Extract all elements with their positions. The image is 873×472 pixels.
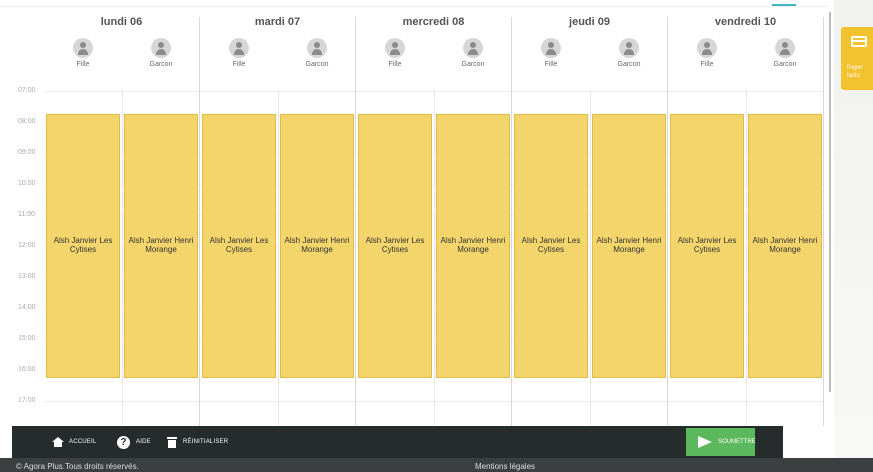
- hour-label: 12:00: [18, 242, 36, 249]
- day-header: mercredi 08 Fille Garcon: [356, 8, 512, 90]
- user-avatar-icon: [385, 38, 405, 58]
- booking-block[interactable]: Alsh Janvier Les Cytises: [670, 114, 744, 378]
- home-label: ACCUEIL: [69, 439, 97, 445]
- user-avatar-icon: [775, 38, 795, 58]
- submit-button[interactable]: SOUMETTRE: [686, 428, 756, 456]
- pay-invoices-button[interactable]: Payer factu: [841, 27, 873, 90]
- user-avatar-icon: [697, 38, 717, 58]
- top-bar: [0, 0, 828, 7]
- day-title: vendredi 10: [714, 16, 777, 28]
- day-header: mardi 07 Fille Garcon: [200, 8, 356, 90]
- child-name: Fille: [700, 61, 714, 68]
- app-root: 07:00 08:00 09:00 10:00 11:00 12:00 13:00 14:00…: [0, 0, 873, 472]
- column-divider: [278, 90, 279, 426]
- child-column-header: Garcon: [434, 38, 512, 68]
- user-avatar-icon: [73, 38, 93, 58]
- footer: © Agora Plus.Tous droits réservés. Menti…: [0, 458, 873, 472]
- submit-label: SOUMETTRE: [718, 439, 756, 445]
- user-avatar-icon: [619, 38, 639, 58]
- hour-label: 11:00: [18, 211, 35, 218]
- hour-label: 13:00: [18, 273, 36, 280]
- calendar-scrollbar[interactable]: [829, 12, 831, 392]
- hour-label: 17:00: [18, 397, 36, 404]
- column-divider: [434, 90, 435, 426]
- pay-invoices-label: Payer factu: [847, 64, 873, 80]
- day-title: mardi 07: [254, 16, 301, 28]
- child-column-header: Garcon: [590, 38, 668, 68]
- reset-label: RÉINITIALISER: [183, 439, 229, 445]
- day-divider: [199, 17, 200, 426]
- hour-label: 14:00: [18, 304, 36, 311]
- user-avatar-icon: [541, 38, 561, 58]
- child-name: Fille: [544, 61, 558, 68]
- help-icon: ?: [117, 435, 130, 449]
- day-divider: [823, 17, 824, 426]
- child-name: Garcon: [149, 61, 173, 68]
- child-column-header: Fille: [200, 38, 278, 68]
- home-icon: [52, 437, 64, 447]
- booking-block[interactable]: Alsh Janvier Henri Morange: [280, 114, 354, 378]
- child-column-header: Garcon: [746, 38, 824, 68]
- hour-label: 07:00: [18, 87, 36, 94]
- day-header: jeudi 09 Fille Garcon: [512, 8, 668, 90]
- copyright-text: © Agora Plus.Tous droits réservés.: [16, 462, 139, 471]
- day-title: mercredi 08: [402, 16, 465, 28]
- hour-label: 16:00: [18, 366, 36, 373]
- column-divider: [122, 90, 123, 426]
- user-avatar-icon: [229, 38, 249, 58]
- booking-block[interactable]: Alsh Janvier Les Cytises: [46, 114, 120, 378]
- user-avatar-icon: [463, 38, 483, 58]
- booking-block[interactable]: Alsh Janvier Henri Morange: [592, 114, 666, 378]
- user-avatar-icon: [151, 38, 171, 58]
- child-name: Garcon: [617, 61, 641, 68]
- child-name: Garcon: [305, 61, 329, 68]
- send-icon: [698, 436, 712, 448]
- child-column-header: Garcon: [278, 38, 356, 68]
- day-divider: [667, 17, 668, 426]
- legal-notice-link[interactable]: Mentions légales: [475, 462, 535, 471]
- hour-label: 10:00: [18, 180, 36, 187]
- hour-label: 08:00: [18, 118, 36, 125]
- booking-block[interactable]: Alsh Janvier Henri Morange: [436, 114, 510, 378]
- child-name: Fille: [388, 61, 402, 68]
- day-header: vendredi 10 Fille Garcon: [668, 8, 824, 90]
- reset-button[interactable]: RÉINITIALISER: [167, 426, 229, 458]
- booking-block[interactable]: Alsh Janvier Henri Morange: [748, 114, 822, 378]
- active-tab-indicator: [772, 4, 796, 6]
- child-name: Garcon: [461, 61, 485, 68]
- booking-block[interactable]: Alsh Janvier Les Cytises: [358, 114, 432, 378]
- pay-label-line1: Payer: [847, 65, 863, 71]
- child-column-header: Fille: [668, 38, 746, 68]
- child-column-header: Fille: [356, 38, 434, 68]
- help-button[interactable]: ? AIDE: [117, 426, 151, 458]
- column-divider: [590, 90, 591, 426]
- help-label: AIDE: [136, 439, 151, 445]
- child-name: Garcon: [773, 61, 797, 68]
- child-name: Fille: [232, 61, 246, 68]
- booking-block[interactable]: Alsh Janvier Les Cytises: [202, 114, 276, 378]
- trash-icon: [167, 436, 177, 448]
- bottom-toolbar: ACCUEIL ? AIDE RÉINITIALISER: [12, 426, 783, 458]
- hour-label: 15:00: [18, 335, 36, 342]
- user-avatar-icon: [307, 38, 327, 58]
- booking-block[interactable]: Alsh Janvier Henri Morange: [124, 114, 198, 378]
- child-column-header: Garcon: [122, 38, 200, 68]
- credit-card-icon: [851, 36, 867, 47]
- child-column-header: Fille: [44, 38, 122, 68]
- day-divider: [511, 17, 512, 426]
- child-column-header: Fille: [512, 38, 590, 68]
- day-title: lundi 06: [100, 16, 143, 28]
- booking-block[interactable]: Alsh Janvier Les Cytises: [514, 114, 588, 378]
- column-divider: [746, 90, 747, 426]
- pay-label-line2: factu: [847, 73, 861, 79]
- day-title: jeudi 09: [569, 16, 610, 28]
- day-header: lundi 06 Fille Garcon: [44, 8, 200, 90]
- home-button[interactable]: ACCUEIL: [52, 426, 96, 458]
- day-divider: [355, 17, 356, 426]
- weekly-calendar: 07:00 08:00 09:00 10:00 11:00 12:00 13:00 14:00…: [0, 0, 828, 426]
- child-name: Fille: [76, 61, 90, 68]
- hour-label: 09:00: [18, 149, 36, 156]
